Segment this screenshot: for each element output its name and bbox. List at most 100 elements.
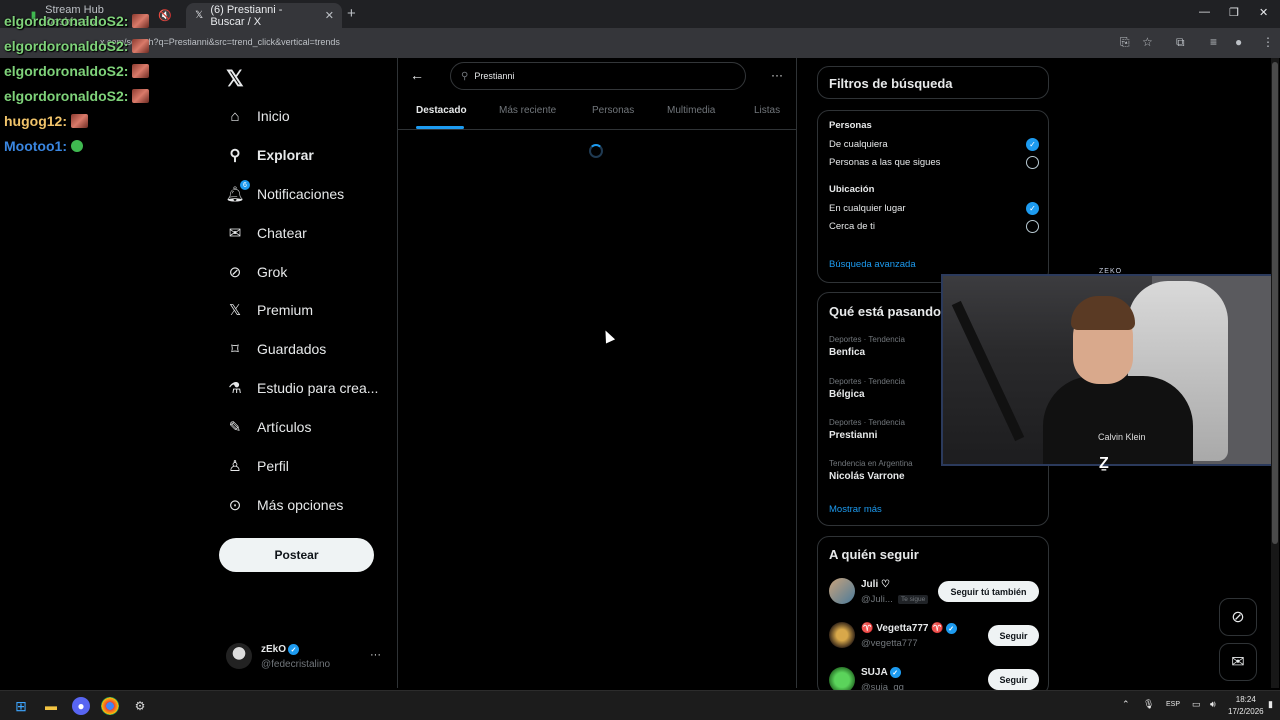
nav-item-articulos[interactable]: ✎ Artículos xyxy=(226,412,312,442)
nav-item-inicio[interactable]: ⌂ Inicio xyxy=(226,101,290,131)
nav-label: Artículos xyxy=(257,419,312,435)
browser-tab-x-search[interactable]: 𝕏 (6) Prestianni - Buscar / X ✕ xyxy=(186,3,342,28)
nav-item-chatear[interactable]: ✉ Chatear xyxy=(226,218,307,248)
search-input[interactable]: ⚲ Prestianni xyxy=(450,62,746,90)
who-to-follow-title: A quién seguir xyxy=(829,547,919,562)
browser-menu-icon[interactable]: ⋮ xyxy=(1262,35,1274,49)
follow-suggestion-name[interactable]: SUJA ✓ xyxy=(861,667,901,678)
follow-suggestion-name[interactable]: Juli ♡ xyxy=(861,579,890,590)
bell-icon: 🔔︎ 6 xyxy=(225,180,250,203)
more-icon[interactable]: ··· xyxy=(370,649,381,661)
account-switcher[interactable]: zEkO ✓ @fedecristalino ··· xyxy=(226,643,386,673)
discord-icon[interactable]: ● xyxy=(72,697,90,715)
microphone-icon[interactable]: 🎙︎ xyxy=(1143,699,1154,710)
trend-name[interactable]: Prestianni xyxy=(829,430,877,441)
avatar[interactable] xyxy=(829,622,855,648)
back-arrow-icon[interactable]: ← xyxy=(410,67,424,83)
file-explorer-icon[interactable]: ▬ xyxy=(42,697,60,715)
clock-time: 18:24 xyxy=(1235,695,1256,704)
follow-suggestion-handle: @vegetta777 xyxy=(861,638,918,649)
tab-listas[interactable]: Listas xyxy=(754,105,780,116)
x-logo-icon[interactable]: 𝕏 xyxy=(226,66,244,92)
chat-message: elgordoronaldoS2: xyxy=(4,8,150,33)
nav-label: Perfil xyxy=(257,458,289,474)
messages-floating-button[interactable]: ✉ xyxy=(1219,643,1257,681)
reading-list-icon[interactable]: ≡ xyxy=(1210,35,1217,49)
display-icon[interactable]: ▭ xyxy=(1192,699,1201,710)
post-button[interactable]: Postear xyxy=(219,538,374,572)
trend-meta: Deportes · Tendencia xyxy=(829,335,905,344)
more-options-icon[interactable]: ··· xyxy=(771,68,783,82)
follow-back-button[interactable]: Seguir tú también xyxy=(938,581,1039,602)
nav-label: Inicio xyxy=(257,108,290,124)
trend-name[interactable]: Benfica xyxy=(829,347,865,358)
nav-item-guardados[interactable]: ⌑ Guardados xyxy=(226,334,326,364)
search-filters-title-card: Filtros de búsqueda xyxy=(817,66,1049,99)
nav-item-grok[interactable]: ⊘ Grok xyxy=(226,257,288,287)
loading-spinner-icon xyxy=(589,144,603,158)
radio-anyone-selected[interactable]: ✓ xyxy=(1026,138,1039,151)
trend-meta: Deportes · Tendencia xyxy=(829,377,905,386)
profile-avatar-icon[interactable]: ● xyxy=(1235,35,1242,49)
nav-label: Estudio para crea... xyxy=(257,380,379,396)
nav-item-estudio[interactable]: ⚗ Estudio para crea... xyxy=(226,373,378,403)
chat-message: elgordoronaldoS2: xyxy=(4,33,150,58)
minimize-window-button[interactable]: — xyxy=(1199,6,1210,18)
follow-suggestion-name[interactable]: ♈ Vegetta777 ♈ ✓ xyxy=(861,623,957,634)
nav-item-explorar[interactable]: ⚲ Explorar xyxy=(226,140,314,170)
avatar[interactable] xyxy=(829,578,855,604)
emote-icon xyxy=(70,139,83,152)
advanced-search-link[interactable]: Búsqueda avanzada xyxy=(829,259,916,270)
trend-name[interactable]: Bélgica xyxy=(829,389,865,400)
close-tab-icon[interactable]: ✕ xyxy=(325,9,334,22)
radio-following[interactable] xyxy=(1026,156,1039,169)
obs-icon[interactable]: ⚙ xyxy=(131,697,149,715)
emote-icon xyxy=(132,88,150,103)
trend-name[interactable]: Nicolás Varrone xyxy=(829,471,905,482)
bookmark-icon: ⌑ xyxy=(231,341,239,358)
system-clock[interactable]: 18:24 17/2/2026 xyxy=(1228,694,1264,718)
nav-item-perfil[interactable]: ♙ Perfil xyxy=(226,451,289,481)
filter-option-anywhere[interactable]: En cualquier lugar xyxy=(829,203,906,214)
maximize-window-button[interactable]: ❐ xyxy=(1229,6,1239,19)
chrome-icon[interactable] xyxy=(101,697,119,715)
follow-button[interactable]: Seguir xyxy=(988,669,1039,690)
filter-option-anyone[interactable]: De cualquiera xyxy=(829,139,888,150)
profile-handle: @fedecristalino xyxy=(261,659,331,670)
grok-floating-button[interactable]: ⊘ xyxy=(1219,598,1257,636)
clock-date: 17/2/2026 xyxy=(1228,707,1264,716)
nav-item-notificaciones[interactable]: 🔔︎ 6 Notificaciones xyxy=(225,179,344,209)
flask-icon: ⚗ xyxy=(228,380,242,397)
nav-item-premium[interactable]: 𝕏 Premium xyxy=(226,295,313,325)
emote-icon xyxy=(71,113,88,128)
notifications-icon[interactable]: ▮ xyxy=(1268,699,1273,710)
extensions-icon[interactable]: ⧉ xyxy=(1176,35,1185,50)
show-more-link[interactable]: Mostrar más xyxy=(829,504,882,515)
tab-mas-reciente[interactable]: Más reciente xyxy=(499,105,556,116)
scrollbar-thumb[interactable] xyxy=(1272,62,1278,544)
new-tab-button[interactable]: + xyxy=(347,5,356,22)
nav-item-mas-opciones[interactable]: ⊙ Más opciones xyxy=(226,490,344,520)
tab-destacado[interactable]: Destacado xyxy=(416,105,467,116)
active-tab-indicator xyxy=(416,126,464,129)
x-favicon-icon: 𝕏 xyxy=(195,10,204,21)
radio-near-you[interactable] xyxy=(1026,220,1039,233)
language-indicator[interactable]: ESP xyxy=(1166,701,1180,708)
nav-label: Guardados xyxy=(257,341,327,357)
bookmark-star-icon[interactable]: ☆ xyxy=(1142,35,1153,49)
nav-label: Premium xyxy=(257,302,314,318)
install-app-icon[interactable]: ⎘ xyxy=(1120,35,1130,50)
windows-start-icon[interactable]: ⊞ xyxy=(12,697,30,715)
tab-multimedia[interactable]: Multimedia xyxy=(667,105,715,116)
tray-overflow-icon[interactable]: ⌃ xyxy=(1122,699,1130,710)
tab-personas[interactable]: Personas xyxy=(592,105,634,116)
filter-option-following[interactable]: Personas a las que sigues xyxy=(829,157,940,168)
radio-anywhere-selected[interactable]: ✓ xyxy=(1026,202,1039,215)
mute-icon[interactable]: 🔇 xyxy=(158,9,172,22)
filter-option-near-you[interactable]: Cerca de ti xyxy=(829,221,875,232)
browser-tab-bar: ▮ Stream Hub Dashboard 🔇 𝕏 (6) Prestiann… xyxy=(0,0,1280,28)
close-window-button[interactable]: ✕ xyxy=(1259,6,1268,19)
shirt-logo-text: Calvin Klein xyxy=(1098,432,1146,442)
follow-button[interactable]: Seguir xyxy=(988,625,1039,646)
volume-icon[interactable]: 🔊︎ xyxy=(1210,699,1216,710)
